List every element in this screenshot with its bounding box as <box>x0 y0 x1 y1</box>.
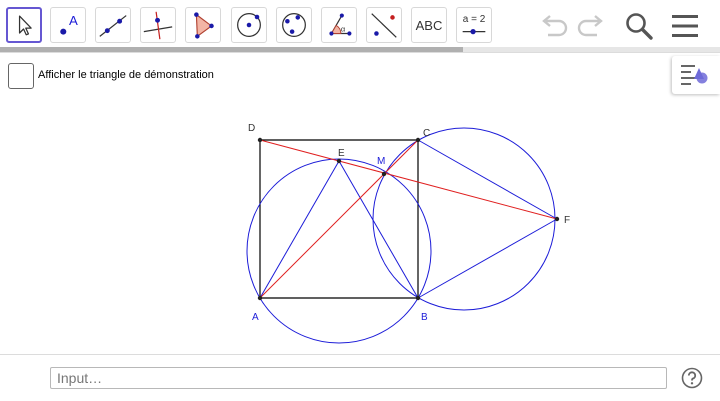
circle-three-points-tool-button[interactable] <box>276 7 312 43</box>
algebra-input-field[interactable] <box>50 367 667 389</box>
point-b-label: B <box>421 312 428 323</box>
point-tool-button[interactable]: A <box>50 7 86 43</box>
segment-fb[interactable] <box>417 218 558 299</box>
line-through-two-points-icon <box>99 15 127 37</box>
circle-center-point-icon <box>237 13 261 37</box>
text-tool-label: ABC <box>415 18 443 33</box>
point-m-label: M <box>377 156 385 167</box>
point-b[interactable] <box>415 295 421 301</box>
angle-tool-label: α <box>341 25 346 34</box>
text-tool-button[interactable]: ABC <box>411 7 447 43</box>
perpendicular-line-icon <box>143 11 173 40</box>
point-icon: A <box>60 13 78 35</box>
undo-button[interactable] <box>539 13 569 39</box>
point-a-label: A <box>252 312 259 323</box>
cursor-arrow-icon <box>18 15 32 36</box>
reflect-about-line-icon <box>371 13 397 38</box>
point-c[interactable] <box>415 137 421 143</box>
redo-icon <box>577 15 603 37</box>
search-icon <box>626 13 653 40</box>
circle-three-points-icon <box>282 13 306 37</box>
show-triangle-checkbox-label: Afficher le triangle de démonstration <box>38 69 214 81</box>
search-button[interactable] <box>623 10 655 42</box>
undo-icon <box>542 15 568 37</box>
redo-button[interactable] <box>576 13 606 39</box>
angle-tool-button[interactable]: α <box>321 7 357 43</box>
point-c-label: C <box>423 128 430 139</box>
point-a[interactable] <box>257 295 263 301</box>
slider-icon <box>462 28 486 35</box>
segment-ae[interactable] <box>259 160 340 299</box>
segment-df[interactable] <box>259 139 558 220</box>
segment-ac[interactable] <box>259 139 419 299</box>
move-tool-button[interactable] <box>6 7 42 43</box>
perpendicular-line-tool-button[interactable] <box>140 7 176 43</box>
segment-eb[interactable] <box>338 160 419 299</box>
slider-tool-button[interactable]: a = 2 <box>456 7 492 43</box>
line-tool-button[interactable] <box>95 7 131 43</box>
segment-cf[interactable] <box>417 139 558 220</box>
graphics-view[interactable]: A B C D E F M <box>0 94 720 354</box>
main-menu-button[interactable] <box>670 12 700 40</box>
reflect-tool-button[interactable] <box>366 7 402 43</box>
circle-bcf[interactable] <box>372 127 556 311</box>
point-m[interactable] <box>381 171 387 177</box>
geometry-canvas[interactable]: A B C D E F M <box>0 94 720 354</box>
hamburger-menu-icon <box>672 15 698 37</box>
input-bar <box>0 354 720 401</box>
style-bar-toggle-icon <box>681 65 708 85</box>
point-e-label: E <box>338 148 345 159</box>
point-d[interactable] <box>257 137 263 143</box>
input-help-button[interactable] <box>681 367 703 389</box>
polygon-tool-button[interactable] <box>185 7 221 43</box>
toolbar: A α ABC a = 2 <box>0 0 720 52</box>
point-f[interactable] <box>554 216 560 222</box>
polygon-icon <box>194 12 214 39</box>
point-e[interactable] <box>336 158 342 164</box>
toolbar-divider <box>0 52 720 53</box>
angle-icon: α <box>329 13 352 36</box>
stylebar-toggle-button[interactable] <box>672 56 720 94</box>
point-tool-label: A <box>69 13 78 28</box>
show-triangle-checkbox[interactable] <box>8 63 34 89</box>
circle-abe[interactable] <box>246 158 432 344</box>
point-f-label: F <box>564 215 570 226</box>
circle-center-point-tool-button[interactable] <box>231 7 267 43</box>
point-d-label: D <box>248 123 255 134</box>
help-icon <box>681 367 703 389</box>
